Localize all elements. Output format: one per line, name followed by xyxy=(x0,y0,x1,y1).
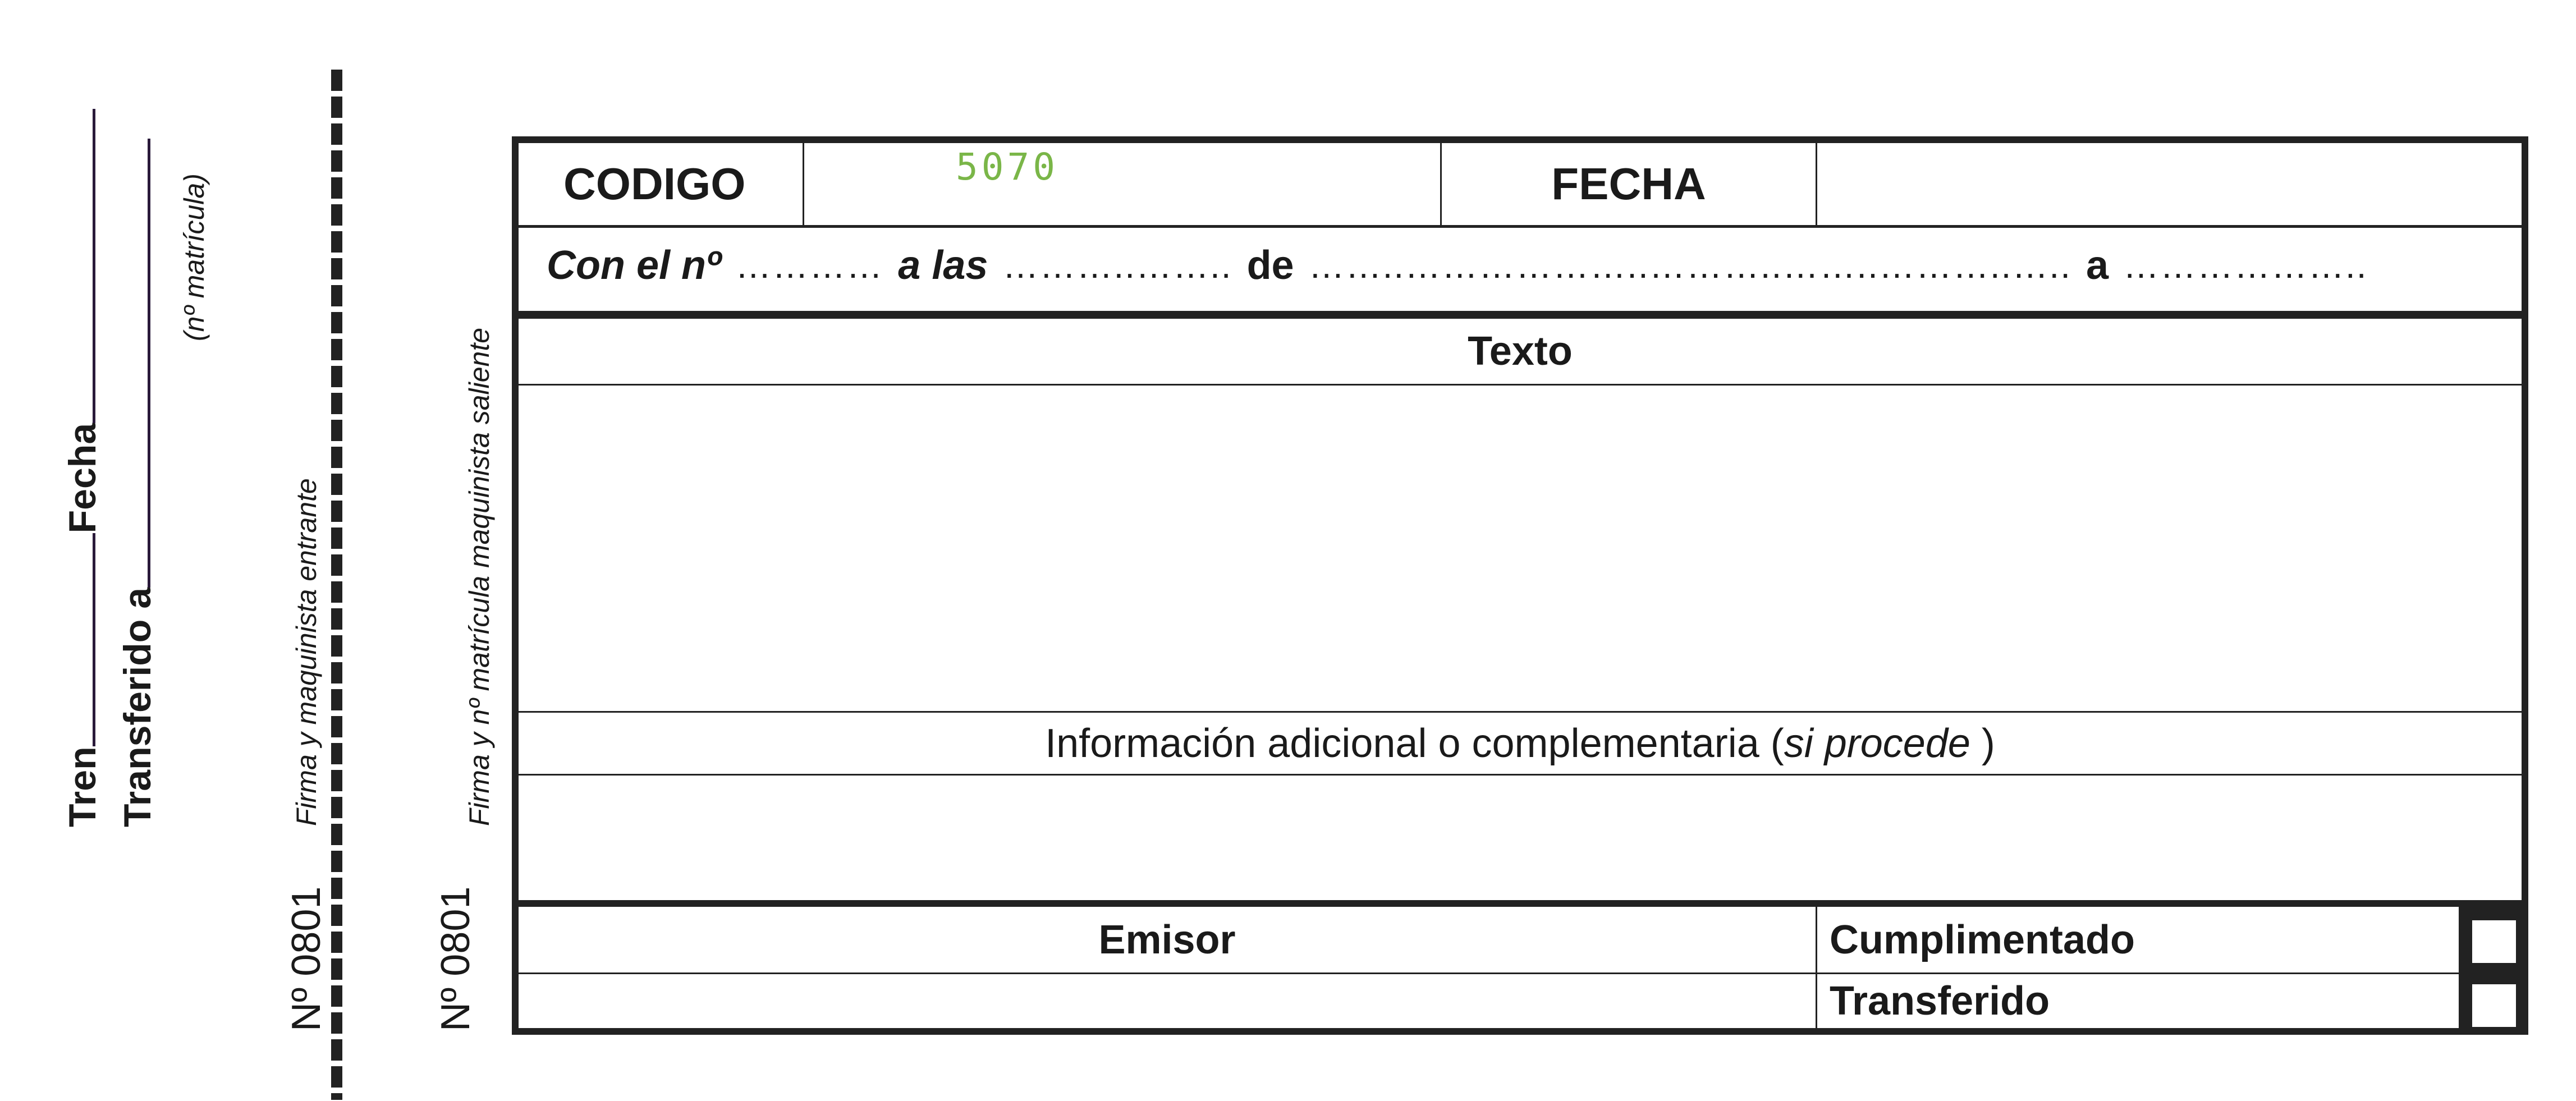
emisor-cell: Emisor xyxy=(519,907,1817,972)
info-body-field[interactable] xyxy=(519,776,2522,907)
firma-entrante-label: Firma y maquinista entrante xyxy=(291,478,322,826)
info-label-end: ) xyxy=(1970,721,1995,766)
transferido-label: Transferido a xyxy=(116,587,159,827)
con-el-row: Con el nº ………… a las ………..…….. de ……..……… xyxy=(519,228,2522,319)
numero-field[interactable]: ………… xyxy=(735,245,883,286)
texto-header-row: Texto xyxy=(519,319,2522,386)
tren-field[interactable] xyxy=(93,533,95,747)
form-box: CODIGO 5070 FECHA Con el nº ………… a las …… xyxy=(512,136,2528,1035)
transferido-field[interactable] xyxy=(148,138,150,588)
fecha-label: FECHA xyxy=(1551,159,1706,209)
checkbox-column xyxy=(2459,907,2522,1029)
hora-field[interactable]: ………..…….. xyxy=(1002,245,1232,286)
transferido-row: Transferido xyxy=(519,974,2522,1028)
fecha-field[interactable] xyxy=(93,108,95,423)
tren-fecha-line: Tren Fecha xyxy=(61,108,104,827)
destino-field[interactable]: ……………….. xyxy=(2123,245,2368,286)
tren-label: Tren xyxy=(61,746,104,827)
cumplimentado-checkbox[interactable] xyxy=(2470,918,2518,965)
con-el-line: Con el nº ………… a las ………..…….. de ……..……… xyxy=(547,228,2499,311)
texto-body-field[interactable] xyxy=(519,386,2522,713)
transferido-label: Transferido xyxy=(1830,979,2050,1024)
form-number: Nº 0801 xyxy=(433,886,478,1031)
fecha-label: Fecha xyxy=(61,423,104,534)
emisor-label: Emisor xyxy=(1098,917,1236,962)
codigo-row: CODIGO 5070 FECHA xyxy=(519,143,2522,228)
a-label: a xyxy=(2085,243,2109,288)
info-header: Información adicional o complementaria (… xyxy=(519,713,2522,774)
emisor-row: Emisor Cumplimentado xyxy=(519,907,2522,974)
codigo-value: 5070 xyxy=(956,145,1058,189)
cumplimentado-label: Cumplimentado xyxy=(1830,917,2135,962)
perforation-line xyxy=(331,70,342,1100)
transferido-checkbox[interactable] xyxy=(2470,982,2518,1029)
codigo-value-field[interactable]: 5070 xyxy=(804,143,1442,225)
stub-number: Nº 0801 xyxy=(284,886,329,1031)
texto-label: Texto xyxy=(1468,329,1573,374)
a-las-label: a las xyxy=(898,243,988,288)
firma-saliente-label: Firma y nº matrícula maquinista saliente xyxy=(464,327,495,826)
info-label-italic: si procede xyxy=(1784,721,1970,766)
info-label: Información adicional o complementaria ( xyxy=(1045,721,1784,766)
fecha-cell: FECHA xyxy=(1442,143,1817,225)
transferido-cell: Transferido xyxy=(1817,974,2459,1028)
con-el-label: Con el nº xyxy=(547,243,721,288)
info-header-row: Información adicional o complementaria (… xyxy=(519,713,2522,776)
cumplimentado-cell: Cumplimentado xyxy=(1817,907,2459,972)
origen-field[interactable]: ……..………………..………..……..………..….. xyxy=(1309,245,2071,286)
emisor-field[interactable] xyxy=(519,974,1817,1028)
codigo-label: CODIGO xyxy=(563,159,746,209)
de-label: de xyxy=(1246,243,1294,288)
fecha-value-field[interactable] xyxy=(1817,143,2522,225)
codigo-cell: CODIGO xyxy=(519,143,804,225)
transferido-line: Transferido a xyxy=(116,138,159,827)
texto-header: Texto xyxy=(519,319,2522,384)
matricula-note: (nº matrícula) xyxy=(178,173,210,341)
